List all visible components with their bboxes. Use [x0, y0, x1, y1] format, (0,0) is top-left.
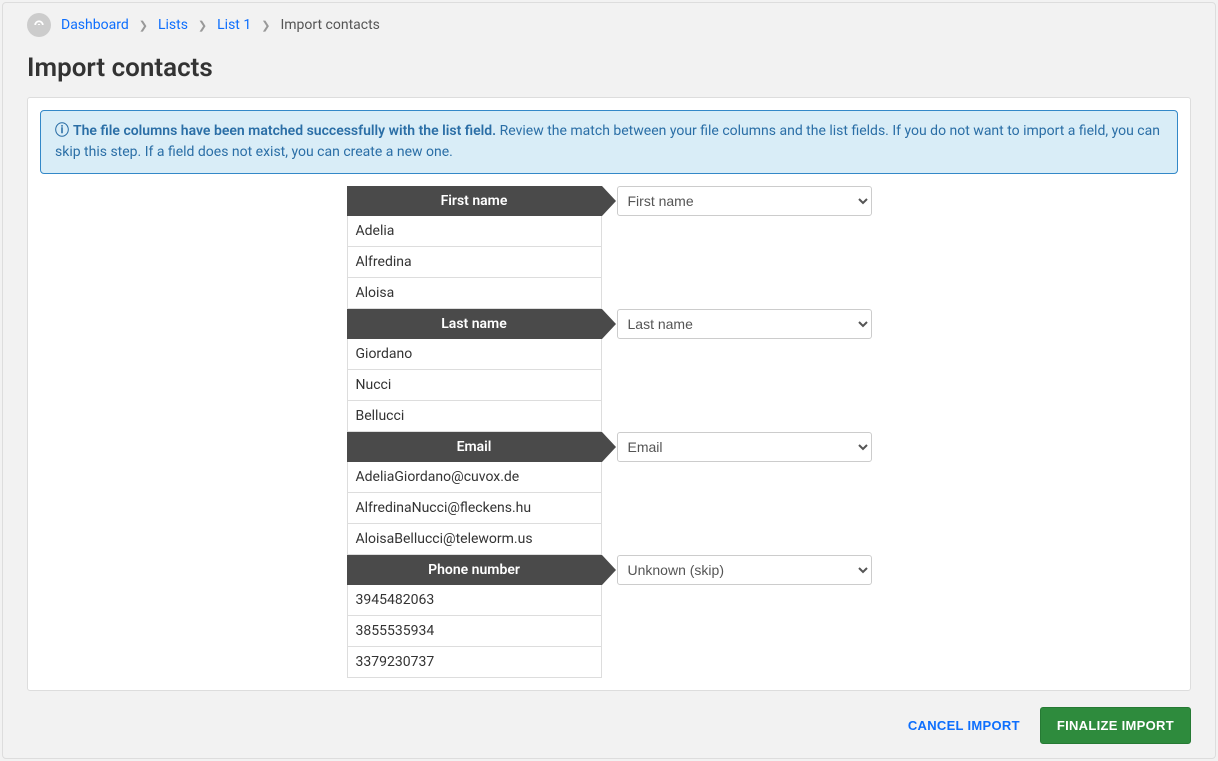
alert-strong: The file columns have been matched succe…: [73, 123, 496, 139]
field-mapping-select[interactable]: First nameLast nameEmailUnknown (skip): [617, 432, 872, 462]
chevron-right-icon: ❯: [198, 19, 207, 32]
column-field-select-wrap: First nameLast nameEmailUnknown (skip): [617, 309, 872, 339]
column-sample-value: AlfredinaNucci@fleckens.hu: [347, 493, 602, 524]
column-field-select-wrap: First nameLast nameEmailUnknown (skip): [617, 186, 872, 216]
column-group: Last nameGiordanoNucciBellucci First name…: [347, 309, 872, 432]
column-sample-value: 3855535934: [347, 616, 602, 647]
breadcrumb: Dashboard ❯ Lists ❯ List 1 ❯ Import cont…: [3, 3, 1215, 47]
column-sample-value: 3379230737: [347, 647, 602, 678]
finalize-import-button[interactable]: FINALIZE IMPORT: [1040, 707, 1191, 744]
column-group: First nameAdeliaAlfredinaAloisaFirst nam…: [347, 186, 872, 309]
breadcrumb-current: Import contacts: [280, 17, 379, 33]
page-title: Import contacts: [3, 47, 1215, 97]
column-group: EmailAdeliaGiordano@cuvox.deAlfredinaNuc…: [347, 432, 872, 555]
column-preview: First nameAdeliaAlfredinaAloisa: [347, 186, 602, 309]
column-field-select-wrap: First nameLast nameEmailUnknown (skip): [617, 555, 872, 585]
main-panel: The file columns have been matched succe…: [27, 97, 1191, 691]
column-preview: EmailAdeliaGiordano@cuvox.deAlfredinaNuc…: [347, 432, 602, 555]
info-icon: [55, 123, 73, 139]
field-mapping-select[interactable]: First nameLast nameEmailUnknown (skip): [617, 309, 872, 339]
column-header: First name: [347, 186, 602, 216]
column-header: Phone number: [347, 555, 602, 585]
column-header: Last name: [347, 309, 602, 339]
field-mapping-select[interactable]: First nameLast nameEmailUnknown (skip): [617, 186, 872, 216]
chevron-right-icon: ❯: [261, 19, 270, 32]
footer-actions: CANCEL IMPORT FINALIZE IMPORT: [902, 707, 1191, 744]
column-header: Email: [347, 432, 602, 462]
breadcrumb-dashboard[interactable]: Dashboard: [61, 17, 129, 33]
column-sample-value: AloisaBellucci@teleworm.us: [347, 524, 602, 555]
column-sample-value: AdeliaGiordano@cuvox.de: [347, 462, 602, 493]
column-sample-value: Nucci: [347, 370, 602, 401]
column-field-select-wrap: First nameLast nameEmailUnknown (skip): [617, 432, 872, 462]
field-mapping-select[interactable]: First nameLast nameEmailUnknown (skip): [617, 555, 872, 585]
column-sample-value: Giordano: [347, 339, 602, 370]
info-alert: The file columns have been matched succe…: [40, 110, 1178, 174]
chevron-right-icon: ❯: [139, 19, 148, 32]
column-preview: Phone number3945482063385553593433792307…: [347, 555, 602, 678]
cancel-import-button[interactable]: CANCEL IMPORT: [902, 717, 1026, 734]
column-sample-value: 3945482063: [347, 585, 602, 616]
column-match-area: First nameAdeliaAlfredinaAloisaFirst nam…: [40, 186, 1178, 678]
dashboard-icon[interactable]: [27, 13, 51, 37]
column-sample-value: Bellucci: [347, 401, 602, 432]
column-preview: Last nameGiordanoNucciBellucci: [347, 309, 602, 432]
column-sample-value: Adelia: [347, 216, 602, 247]
column-group: Phone number3945482063385553593433792307…: [347, 555, 872, 678]
breadcrumb-list1[interactable]: List 1: [217, 17, 251, 33]
column-sample-value: Alfredina: [347, 247, 602, 278]
breadcrumb-lists[interactable]: Lists: [158, 17, 188, 33]
column-sample-value: Aloisa: [347, 278, 602, 309]
